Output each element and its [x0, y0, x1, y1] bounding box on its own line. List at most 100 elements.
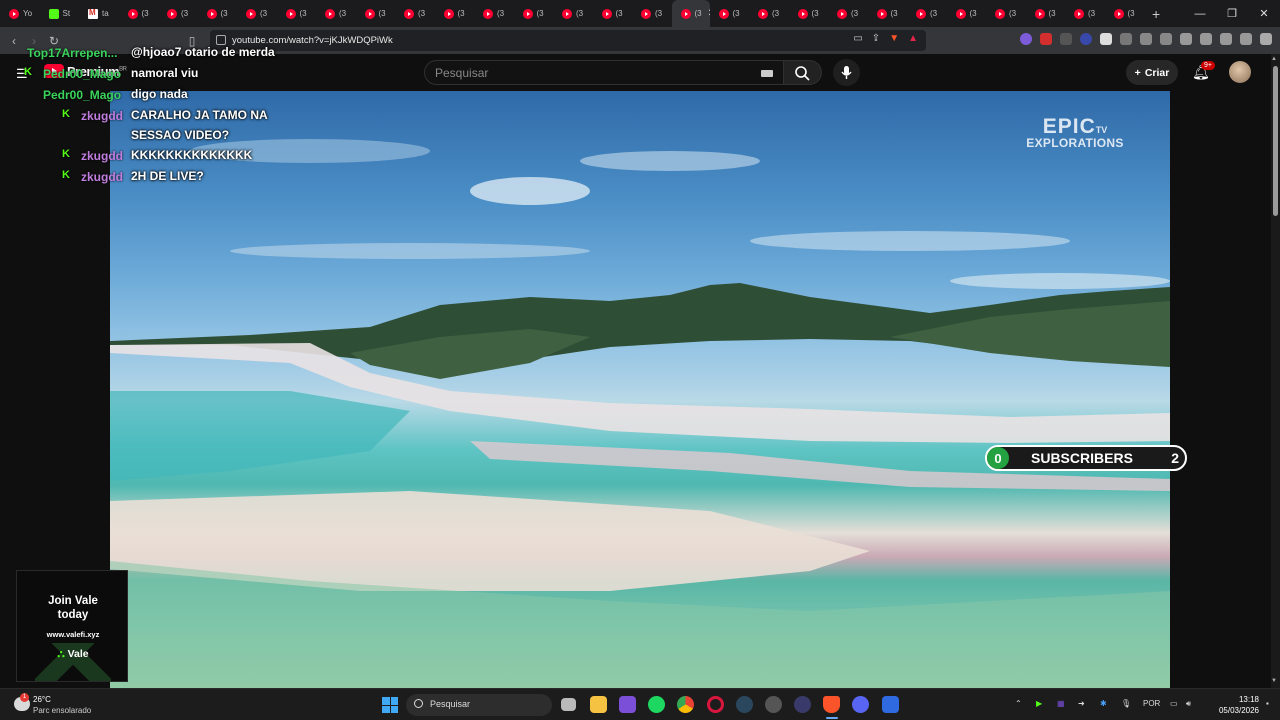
tray-app-icon[interactable]: ▶: [1036, 699, 1042, 708]
video-player[interactable]: EPICTV EXPLORATIONS: [110, 91, 1170, 688]
app-icon[interactable]: [882, 696, 899, 713]
tray-app-icon[interactable]: ➜: [1078, 699, 1085, 708]
tab-title: (3: [694, 9, 702, 18]
network-icon[interactable]: ▭: [1170, 699, 1178, 708]
browser-tab[interactable]: (3: [277, 0, 317, 27]
task-view-icon[interactable]: [561, 698, 576, 711]
keyboard-icon[interactable]: [761, 70, 773, 77]
browser-tab[interactable]: (3: [1105, 0, 1145, 27]
scroll-down-arrow-icon[interactable]: ▼: [1271, 678, 1277, 684]
tab-active[interactable]: (3✕: [671, 0, 710, 27]
leo-ai-icon[interactable]: [1220, 33, 1232, 45]
browser-tab[interactable]: (3: [435, 0, 475, 27]
extension-icon[interactable]: [1060, 33, 1072, 45]
brave-icon[interactable]: [823, 696, 840, 713]
discord-icon[interactable]: [852, 696, 869, 713]
app-icon[interactable]: [794, 696, 811, 713]
vale-ad-banner[interactable]: Join Vale today www.valefi.xyz ⛬ Vale: [16, 570, 128, 682]
wallet-icon[interactable]: [1200, 33, 1212, 45]
media-icon[interactable]: [1160, 33, 1172, 45]
extension-icon[interactable]: [1040, 33, 1052, 45]
brave-rewards-icon[interactable]: ▲: [908, 33, 918, 44]
new-tab-button[interactable]: +: [1152, 6, 1160, 22]
avatar[interactable]: [1229, 61, 1251, 83]
browser-tab[interactable]: (3: [947, 0, 987, 27]
cast-icon[interactable]: ▭: [853, 33, 862, 44]
browser-tab[interactable]: (3: [907, 0, 947, 27]
browser-tab[interactable]: Yo: [0, 0, 40, 27]
puzzle-icon[interactable]: [1140, 33, 1152, 45]
language-indicator[interactable]: POR: [1143, 699, 1160, 708]
tray-app-icon[interactable]: ▦: [1057, 699, 1065, 708]
browser-tab[interactable]: (3: [356, 0, 396, 27]
settings-gear-icon[interactable]: [765, 696, 782, 713]
browser-tab[interactable]: (3: [986, 0, 1026, 27]
tab-title: (3: [418, 9, 426, 18]
browser-tab[interactable]: ta: [79, 0, 119, 27]
chat-username[interactable]: Pedr00_Mago: [43, 67, 121, 81]
tab-title: (3: [811, 9, 819, 18]
clock[interactable]: 13:18 05/03/2026: [1203, 694, 1259, 716]
opera-icon[interactable]: [707, 696, 724, 713]
search-button[interactable]: [784, 60, 822, 85]
scrollbar-thumb[interactable]: [1273, 66, 1278, 216]
search-input[interactable]: Pesquisar: [424, 60, 784, 85]
scroll-up-arrow-icon[interactable]: ▲: [1271, 56, 1277, 62]
chat-username[interactable]: Top17Arrepen...: [27, 46, 117, 60]
browser-tab[interactable]: (3: [316, 0, 356, 27]
chat-username[interactable]: zkugdd: [81, 170, 123, 184]
browser-tab[interactable]: (3: [749, 0, 789, 27]
youtube-favicon-icon: [443, 8, 454, 19]
browser-tab[interactable]: (3: [632, 0, 672, 27]
back-icon[interactable]: ‹: [4, 34, 24, 48]
weather-desc[interactable]: Parc ensolarado: [33, 706, 91, 715]
browser-tab[interactable]: (3: [553, 0, 593, 27]
extension-icon[interactable]: [1100, 33, 1112, 45]
chat-username[interactable]: zkugdd: [81, 109, 123, 123]
browser-tab[interactable]: St: [40, 0, 80, 27]
share-icon[interactable]: ⇪: [872, 33, 880, 44]
extension-icon[interactable]: [1020, 33, 1032, 45]
bluetooth-icon[interactable]: ✱: [1100, 699, 1107, 708]
sidebar-icon[interactable]: [1180, 33, 1192, 45]
vpn-icon[interactable]: [1240, 33, 1252, 45]
voice-search-button[interactable]: [833, 59, 860, 86]
menu-icon[interactable]: [1260, 33, 1272, 45]
tray-overflow-icon[interactable]: ⌃: [1015, 699, 1022, 708]
minimize-button[interactable]: —: [1184, 8, 1216, 20]
spotify-icon[interactable]: [648, 696, 665, 713]
steam-icon[interactable]: [736, 696, 753, 713]
taskbar-search[interactable]: Pesquisar: [406, 694, 552, 716]
maximize-button[interactable]: ❐: [1216, 7, 1248, 20]
browser-tab[interactable]: (3: [474, 0, 514, 27]
extension-icon[interactable]: [1080, 33, 1092, 45]
browser-tab[interactable]: (3: [868, 0, 908, 27]
volume-icon[interactable]: 🔊︎: [1186, 699, 1191, 709]
chat-username[interactable]: Pedr00_Mago: [43, 88, 121, 102]
notification-center-icon[interactable]: ▪: [1266, 699, 1269, 708]
browser-tab[interactable]: (3: [237, 0, 277, 27]
mic-tray-icon[interactable]: 🎙︎: [1121, 699, 1131, 708]
browser-tab[interactable]: (3: [158, 0, 198, 27]
close-window-button[interactable]: ✕: [1248, 7, 1280, 20]
browser-tab[interactable]: (3: [1026, 0, 1066, 27]
extension-icon[interactable]: [1120, 33, 1132, 45]
brave-shield-icon[interactable]: ▼: [889, 33, 899, 44]
browser-tab[interactable]: (3: [514, 0, 554, 27]
windows-start-icon[interactable]: [382, 697, 398, 713]
browser-tab[interactable]: (3: [789, 0, 829, 27]
browser-tab[interactable]: (3: [828, 0, 868, 27]
weather-temp[interactable]: 26°C: [33, 695, 51, 704]
chat-username[interactable]: zkugdd: [81, 149, 123, 163]
browser-tab[interactable]: (3: [710, 0, 750, 27]
chrome-icon[interactable]: [677, 696, 694, 713]
browser-tab[interactable]: (3: [593, 0, 633, 27]
browser-tab[interactable]: (3: [1065, 0, 1105, 27]
app-grid-icon[interactable]: [619, 696, 636, 713]
browser-tab[interactable]: (3: [198, 0, 238, 27]
create-button[interactable]: + Criar: [1126, 60, 1178, 85]
address-bar[interactable]: youtube.com/watch?v=jKJkWDQPiWk ▭ ⇪ ▼ ▲: [210, 30, 926, 51]
file-explorer-icon[interactable]: [590, 696, 607, 713]
browser-tab[interactable]: (3: [395, 0, 435, 27]
browser-tab[interactable]: (3: [119, 0, 159, 27]
